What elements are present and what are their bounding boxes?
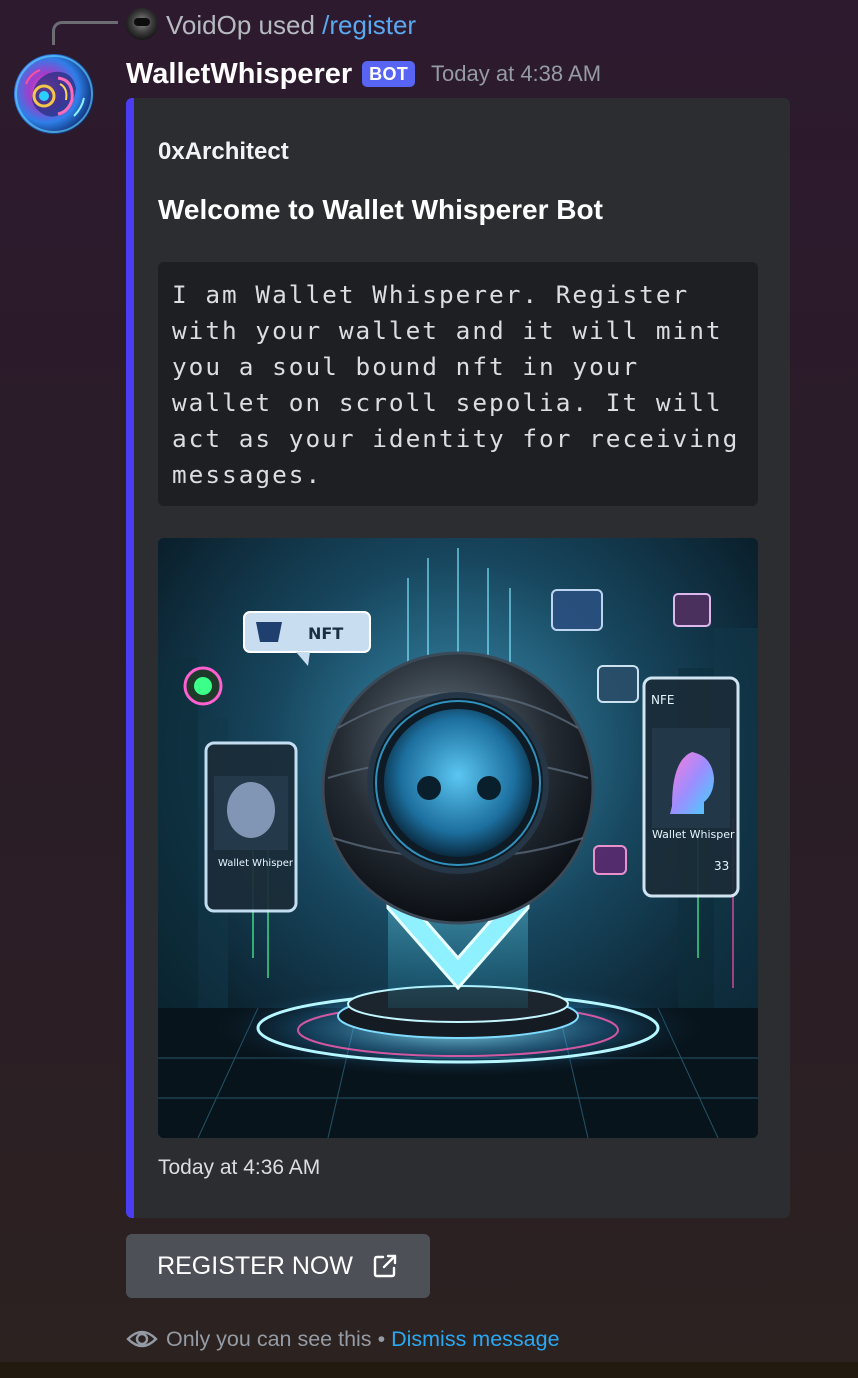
ephemeral-text: Only you can see this [166, 1326, 372, 1351]
embed-description: I am Wallet Whisperer. Register with you… [172, 280, 756, 489]
reply-command[interactable]: /register [322, 10, 416, 40]
wallet-whisperer-illustration: Wallet Whisper NFE Wallet Whisper 33 NFT [158, 538, 758, 1138]
left-card-label: Wallet Whisper [218, 858, 294, 869]
right-card-number: 33 [714, 859, 729, 873]
embed-code-block: I am Wallet Whisperer. Register with you… [158, 262, 758, 506]
embed-author: 0xArchitect [158, 138, 289, 165]
reply-text: VoidOp used /register [166, 8, 416, 42]
embed-image[interactable]: Wallet Whisper NFE Wallet Whisper 33 NFT [158, 538, 758, 1138]
embed-accent-bar [126, 98, 134, 1218]
bot-avatar[interactable] [14, 54, 94, 134]
nft-badge-text: NFT [308, 624, 343, 643]
embed-title: Welcome to Wallet Whisperer Bot [158, 194, 603, 225]
ephemeral-notice: Only you can see this • Dismiss message [126, 1322, 560, 1356]
register-button-label: REGISTER NOW [157, 1251, 353, 1280]
eye-icon [126, 1326, 158, 1352]
message-embed: 0xArchitect Welcome to Wallet Whisperer … [126, 98, 790, 1218]
bot-badge: BOT [362, 61, 416, 87]
right-profile-card: NFE Wallet Whisper 33 [642, 676, 740, 898]
reply-spine [52, 21, 118, 45]
embed-footer-timestamp: Today at 4:36 AM [158, 1156, 321, 1179]
message-header: WalletWhisperer BOT Today at 4:38 AM [126, 54, 601, 94]
bottom-strip [0, 1362, 858, 1378]
reply-username[interactable]: VoidOp [166, 10, 251, 40]
message-timestamp[interactable]: Today at 4:38 AM [431, 61, 601, 87]
reply-reference[interactable]: VoidOp used /register [0, 0, 858, 50]
reply-action: used [258, 10, 315, 40]
reply-user-avatar[interactable] [126, 8, 158, 40]
dismiss-message-link[interactable]: Dismiss message [391, 1327, 559, 1352]
register-now-button[interactable]: REGISTER NOW [126, 1234, 430, 1298]
left-profile-card: Wallet Whisper [204, 741, 298, 913]
right-card-label: Wallet Whisper [652, 828, 735, 841]
external-link-icon [371, 1252, 399, 1280]
right-card-header: NFE [651, 693, 674, 707]
ephemeral-separator: • [377, 1326, 386, 1351]
bot-username[interactable]: WalletWhisperer [126, 58, 352, 91]
